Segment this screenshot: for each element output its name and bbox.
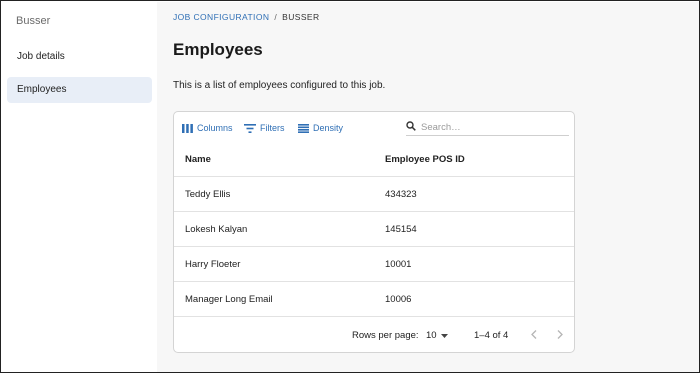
sidebar-item-label: Employees [17, 84, 67, 95]
filter-icon [244, 123, 256, 133]
page-title: Employees [173, 40, 263, 59]
sidebar: Busser Job details Employees [2, 2, 157, 372]
previous-page-button[interactable] [527, 328, 541, 342]
cell-pos-id: 10001 [385, 259, 412, 270]
column-header-pos-id[interactable]: Employee POS ID [385, 154, 465, 165]
grid-toolbar: Columns Filters Density [174, 112, 574, 142]
column-header-name[interactable]: Name [185, 154, 211, 165]
breadcrumb-separator: / [274, 12, 278, 22]
cell-pos-id: 145154 [385, 224, 417, 235]
cell-pos-id: 434323 [385, 189, 417, 200]
table-row[interactable]: Teddy Ellis 434323 [174, 177, 574, 212]
filters-label: Filters [260, 123, 285, 133]
cell-name: Lokesh Kalyan [185, 224, 248, 235]
columns-button[interactable]: Columns [182, 122, 233, 134]
rows-per-page-select[interactable]: 10 [426, 330, 448, 341]
cell-name: Manager Long Email [185, 294, 273, 305]
app-name: Busser [16, 15, 51, 27]
sidebar-item-employees[interactable]: Employees [7, 77, 152, 103]
app-window: Busser Job details Employees JOB CONFIGU… [0, 0, 700, 373]
columns-icon [182, 123, 193, 133]
breadcrumb: JOB CONFIGURATION / BUSSER [173, 12, 320, 22]
caret-down-icon [440, 330, 448, 341]
table-row[interactable]: Lokesh Kalyan 145154 [174, 212, 574, 247]
table-row[interactable]: Harry Floeter 10001 [174, 247, 574, 282]
breadcrumb-current: BUSSER [282, 12, 320, 22]
search-box [406, 119, 569, 136]
cell-name: Teddy Ellis [185, 189, 231, 200]
density-label: Density [313, 123, 344, 133]
employees-data-grid: Columns Filters Density Search… Name Emp… [173, 111, 575, 353]
breadcrumb-link-job-configuration[interactable]: JOB CONFIGURATION [173, 12, 269, 22]
sidebar-item-label: Job details [17, 51, 65, 62]
chevron-left-icon [531, 326, 537, 344]
pagination-footer: Rows per page: 10 1–4 of 4 [174, 317, 574, 353]
chevron-right-icon [557, 326, 563, 344]
page-description: This is a list of employees configured t… [173, 80, 386, 91]
sidebar-item-job-details[interactable]: Job details [7, 44, 152, 70]
cell-name: Harry Floeter [185, 259, 241, 270]
columns-label: Columns [197, 123, 233, 133]
table-row[interactable]: Manager Long Email 10006 [174, 282, 574, 317]
filters-button[interactable]: Filters [244, 122, 285, 134]
search-input[interactable] [421, 121, 556, 133]
density-button[interactable]: Density [298, 122, 343, 134]
next-page-button[interactable] [553, 328, 567, 342]
search-icon [406, 118, 416, 136]
cell-pos-id: 10006 [385, 294, 412, 305]
density-icon [298, 123, 309, 133]
main-content: JOB CONFIGURATION / BUSSER Employees This … [157, 2, 699, 372]
table-header-row: Name Employee POS ID [174, 142, 574, 177]
rows-per-page-value: 10 [426, 330, 437, 341]
rows-per-page-label: Rows per page: [352, 330, 419, 341]
pagination-range: 1–4 of 4 [474, 330, 509, 341]
